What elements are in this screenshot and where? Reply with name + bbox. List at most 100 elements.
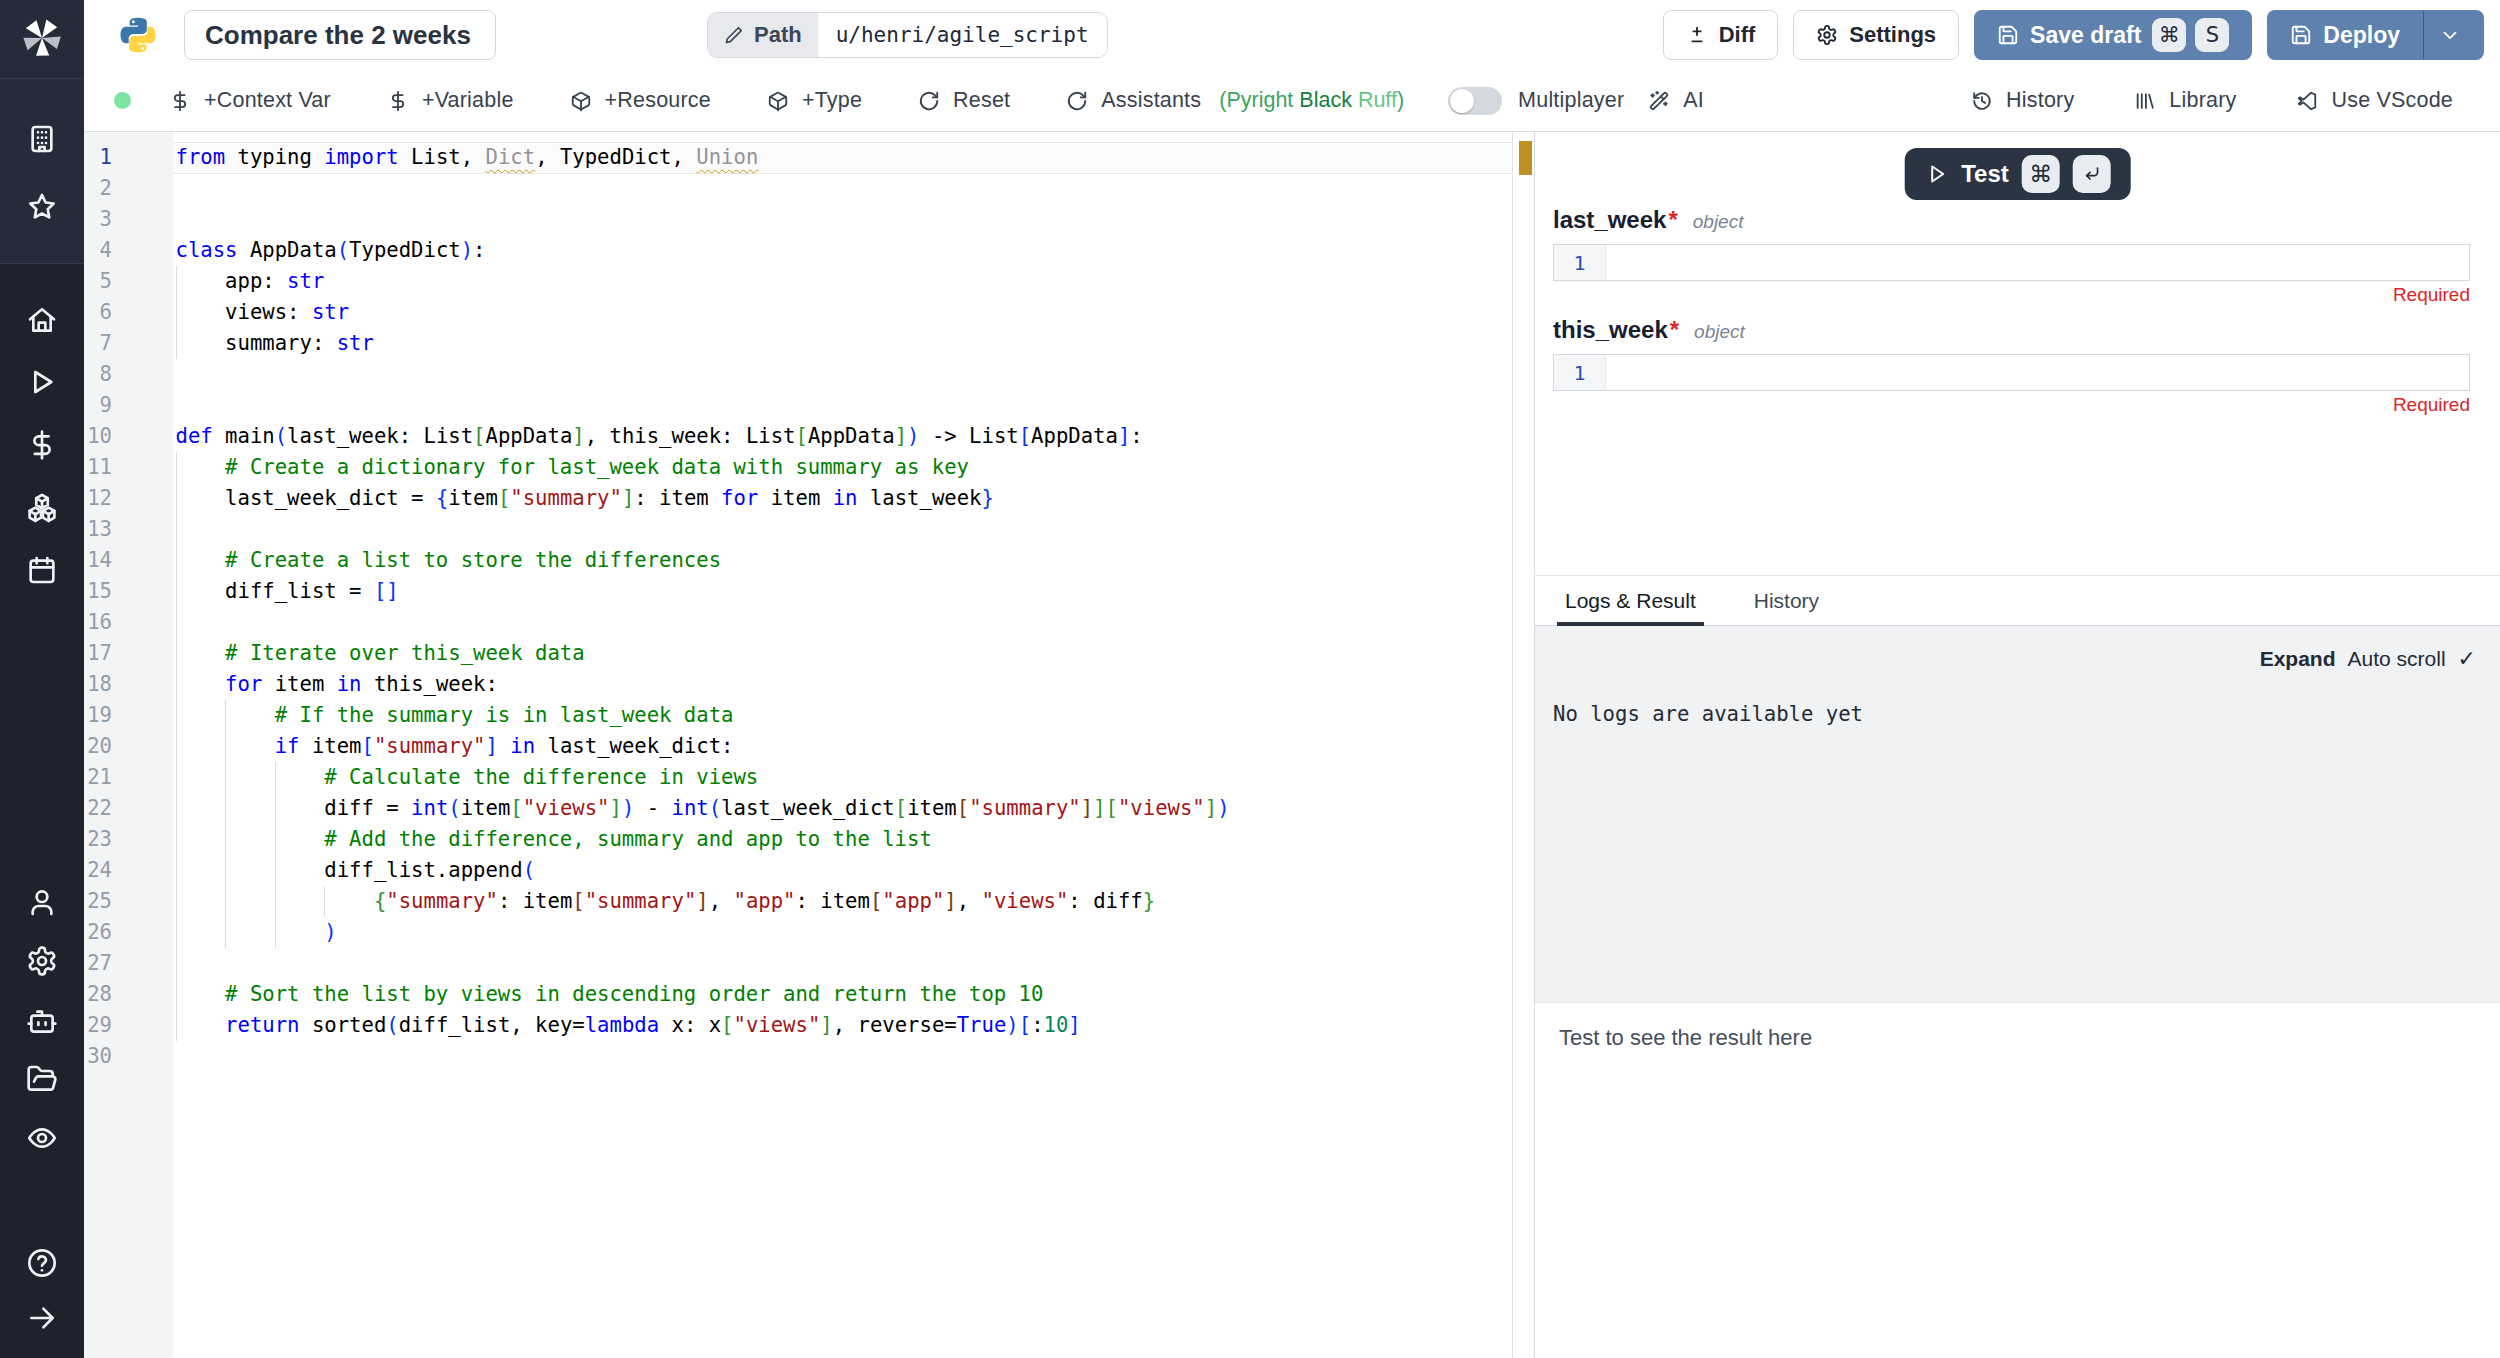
package-icon (767, 90, 789, 112)
home-icon[interactable] (26, 304, 58, 336)
cmd-key-badge: ⌘ (2022, 155, 2060, 193)
no-logs-message: No logs are available yet (1553, 702, 1863, 726)
arrow-right-icon[interactable] (26, 1302, 58, 1334)
tab-logs-result[interactable]: Logs & Result (1557, 576, 1704, 625)
arg-label-this_week: this_week*object (1553, 316, 1745, 346)
deploy-button[interactable]: Deploy (2267, 10, 2484, 60)
code-line: 16 (84, 607, 1512, 638)
calendar-icon[interactable] (26, 554, 58, 586)
toolbar-item-reset[interactable]: Reset (918, 88, 1010, 113)
assistants-badges[interactable]: (Pyright Black Ruff) (1219, 88, 1404, 113)
sidebar-divider (0, 263, 84, 264)
history-icon (1971, 90, 1993, 112)
s-key-badge: S (2195, 18, 2229, 52)
toolbar-item-type[interactable]: +Type (767, 88, 862, 113)
diff-button[interactable]: Diff (1663, 10, 1779, 60)
windmill-logo-icon[interactable] (18, 14, 66, 62)
code-line: 2 (84, 173, 1512, 204)
bot-icon[interactable] (26, 1005, 58, 1037)
code-line: 30 (84, 1041, 1512, 1072)
path-field[interactable]: Path u/henri/agile_script (707, 12, 1108, 58)
required-label: Required (2393, 394, 2470, 416)
code-line: 20 if item["summary"] in last_week_dict: (84, 731, 1512, 762)
arg-input-this_week[interactable]: 1 (1553, 354, 2470, 391)
ai-button[interactable]: AI (1648, 88, 1704, 113)
package-icon (570, 90, 592, 112)
code-line: 23 # Add the difference, summary and app… (84, 824, 1512, 855)
toolbar-item-assistants[interactable]: Assistants (1066, 88, 1201, 113)
folder-open-icon[interactable] (26, 1063, 58, 1095)
play-icon[interactable] (26, 366, 58, 398)
multiplayer-toggle[interactable] (1448, 87, 1502, 115)
toolbar-right-items: History Library Use VScode (1971, 88, 2453, 113)
path-value[interactable]: u/henri/agile_script (818, 13, 1107, 57)
expand-button[interactable]: Expand (2260, 647, 2336, 671)
sidebar-divider (0, 78, 84, 79)
toolbar-item-library[interactable]: Library (2134, 88, 2236, 113)
path-label-chip: Path (708, 13, 818, 57)
settings-icon[interactable] (26, 945, 58, 977)
check-icon[interactable]: ✓ (2458, 646, 2476, 672)
code-editor[interactable]: 1from typing import List, Dict, TypedDic… (84, 132, 1512, 1358)
code-line: 19 # If the summary is in last_week data (84, 700, 1512, 731)
toolbar-item-history[interactable]: History (1971, 88, 2074, 113)
code-line: 10def main(last_week: List[AppData], thi… (84, 421, 1512, 452)
result-placeholder: Test to see the result here (1559, 1025, 1812, 1051)
test-play-icon (1924, 162, 1948, 186)
gear-icon (1816, 24, 1838, 46)
test-button[interactable]: Test ⌘ (1904, 148, 2131, 200)
settings-button[interactable]: Settings (1793, 10, 1959, 60)
script-title-input[interactable]: Compare the 2 weeks (184, 10, 496, 60)
test-panel: Test ⌘ last_week*object1Requiredthis_wee… (1534, 132, 2500, 1358)
tab-history[interactable]: History (1746, 576, 1827, 625)
building-icon[interactable] (26, 123, 58, 155)
toolbar-item-variable[interactable]: +Variable (387, 88, 514, 113)
python-language-icon (118, 15, 158, 55)
toolbar-item-use-vscode[interactable]: Use VScode (2296, 88, 2453, 113)
logs-panel: Expand Auto scroll ✓ No logs are availab… (1535, 626, 2500, 1002)
code-line: 27 (84, 948, 1512, 979)
code-line: 28 # Sort the list by views in descendin… (84, 979, 1512, 1010)
code-line: 14 # Create a list to store the differen… (84, 545, 1512, 576)
vscode-icon (2296, 90, 2318, 112)
enter-icon (2082, 164, 2102, 184)
chevron-down-icon[interactable] (2439, 24, 2461, 46)
code-line: 8 (84, 359, 1512, 390)
code-line: 1from typing import List, Dict, TypedDic… (84, 142, 1512, 173)
arg-input-last_week[interactable]: 1 (1553, 244, 2470, 281)
editor-toolbar: +Context Var +Variable +Resource +Type Reset… (84, 70, 2500, 132)
sidebar (0, 0, 84, 1358)
code-line: 9 (84, 390, 1512, 421)
enter-key-badge (2073, 155, 2111, 193)
user-icon[interactable] (26, 886, 58, 918)
code-line: 21 # Calculate the difference in views (84, 762, 1512, 793)
result-tabs: Logs & Result History (1535, 575, 2500, 626)
path-label: Path (754, 22, 802, 48)
code-line: 13 (84, 514, 1512, 545)
code-line: 29 return sorted(diff_list, key=lambda x… (84, 1010, 1512, 1041)
code-line: 7 summary: str (84, 328, 1512, 359)
dollar-sign-icon (387, 90, 409, 112)
toolbar-item-resource[interactable]: +Resource (570, 88, 711, 113)
code-line: 17 # Iterate over this_week data (84, 638, 1512, 669)
star-icon[interactable] (26, 191, 58, 223)
script-title-value: Compare the 2 weeks (205, 20, 471, 51)
boxes-icon[interactable] (26, 492, 58, 524)
wand-sparkles-icon (1648, 90, 1670, 112)
editor-overview-ruler[interactable] (1512, 132, 1534, 1358)
code-line: 12 last_week_dict = {item["summary"]: it… (84, 483, 1512, 514)
diff-icon (1686, 24, 1708, 46)
main-content: 1from typing import List, Dict, TypedDic… (84, 132, 2500, 1358)
eye-icon[interactable] (26, 1122, 58, 1154)
required-label: Required (2393, 284, 2470, 306)
help-circle-icon[interactable] (26, 1247, 58, 1279)
toolbar-left-items: +Context Var +Variable +Resource +Type Reset… (169, 88, 1257, 113)
autoscroll-label[interactable]: Auto scroll (2348, 647, 2446, 671)
pencil-icon (724, 25, 744, 45)
save-draft-button[interactable]: Save draft⌘S (1974, 10, 2252, 60)
code-line: 18 for item in this_week: (84, 669, 1512, 700)
toolbar-item-context-var[interactable]: +Context Var (169, 88, 331, 113)
dollar-sign-icon[interactable] (26, 429, 58, 461)
overview-ruler-warning-mark (1519, 141, 1532, 175)
code-line: 4class AppData(TypedDict): (84, 235, 1512, 266)
